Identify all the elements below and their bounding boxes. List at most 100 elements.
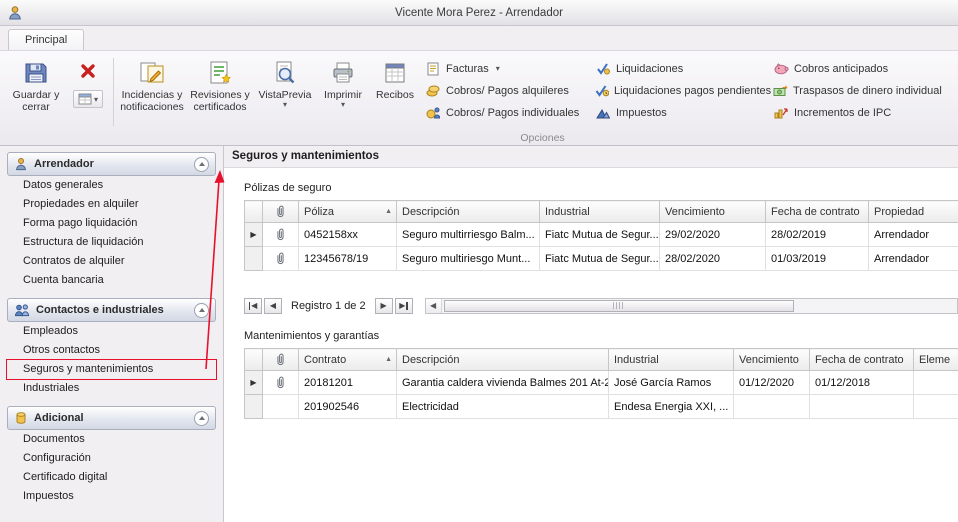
chevron-up-icon[interactable] xyxy=(194,411,209,426)
cell-elemento[interactable] xyxy=(914,371,958,395)
attachment-column-header[interactable] xyxy=(263,201,299,223)
cell-vencimiento[interactable]: 28/02/2020 xyxy=(660,247,766,271)
column-header-fecha-contrato[interactable]: Fecha de contrato xyxy=(766,201,869,223)
scrollbar-track[interactable] xyxy=(442,299,957,313)
sidebar-item-estructura-de-liquidacion[interactable]: Estructura de liquidación xyxy=(7,233,216,252)
window-titlebar: Vicente Mora Perez - Arrendador xyxy=(0,0,958,26)
sidebar-item-forma-pago-liquidacion[interactable]: Forma pago liquidación xyxy=(7,214,216,233)
table-row[interactable]: 201902546 Electricidad Endesa Energia XX… xyxy=(245,395,958,419)
sidebar-group-contactos[interactable]: Contactos e industriales xyxy=(7,298,216,322)
recibos-button[interactable]: Recibos xyxy=(371,54,419,130)
cell-contrato[interactable]: 201902546 xyxy=(299,395,397,419)
column-header-vencimiento[interactable]: Vencimiento xyxy=(734,349,810,371)
cell-fecha[interactable]: 01/03/2019 xyxy=(766,247,869,271)
sidebar-item-impuestos[interactable]: Impuestos xyxy=(7,487,216,506)
liquidaciones-icon xyxy=(595,62,611,75)
delete-button[interactable] xyxy=(74,58,102,84)
cobros-pagos-individuales-label: Cobros/ Pagos individuales xyxy=(446,107,579,119)
sidebar-item-propiedades-en-alquiler[interactable]: Propiedades en alquiler xyxy=(7,195,216,214)
first-record-button[interactable]: ◀ xyxy=(244,298,262,314)
sidebar-group-arrendador[interactable]: Arrendador xyxy=(7,152,216,176)
attachment-cell[interactable] xyxy=(263,395,299,419)
chevron-up-icon[interactable] xyxy=(194,157,209,172)
scroll-left-button[interactable]: ◀ xyxy=(426,299,442,313)
cell-industrial[interactable]: Fiatc Mutua de Segur... xyxy=(540,247,660,271)
sidebar-item-documentos[interactable]: Documentos xyxy=(7,430,216,449)
save-close-button[interactable]: Guardar y cerrar xyxy=(4,54,68,130)
paperclip-icon xyxy=(275,252,286,265)
sidebar-item-certificado-digital[interactable]: Certificado digital xyxy=(7,468,216,487)
cell-vencimiento[interactable]: 29/02/2020 xyxy=(660,223,766,247)
cell-propiedad[interactable]: Arrendador xyxy=(869,223,958,247)
liquidaciones-pendientes-button[interactable]: Liquidaciones pagos pendientes xyxy=(595,82,761,99)
prev-record-button[interactable]: ◀ xyxy=(264,298,282,314)
facturas-button[interactable]: Facturas ▾ xyxy=(425,60,583,77)
cell-descripcion[interactable]: Seguro multirriesgo Balm... xyxy=(397,223,540,247)
sidebar-group-adicional[interactable]: Adicional xyxy=(7,406,216,430)
chevron-up-icon[interactable] xyxy=(194,303,209,318)
scroll-left-icon: ◀ xyxy=(430,301,436,310)
sidebar-item-contratos-de-alquiler[interactable]: Contratos de alquiler xyxy=(7,252,216,271)
revisiones-button[interactable]: Revisiones y certificados xyxy=(185,54,255,130)
impuestos-button[interactable]: Impuestos xyxy=(595,104,761,121)
cell-fecha[interactable]: 01/12/2018 xyxy=(810,371,914,395)
table-row[interactable]: ▶ 0452158xx Seguro multirriesgo Balm... … xyxy=(245,223,958,247)
grid-dropdown-button[interactable]: ▾ xyxy=(73,90,103,108)
column-header-elemento[interactable]: Eleme xyxy=(914,349,958,371)
sidebar-item-otros-contactos[interactable]: Otros contactos xyxy=(7,341,216,360)
column-header-industrial[interactable]: Industrial xyxy=(609,349,734,371)
cell-descripcion[interactable]: Garantia caldera vivienda Balmes 201 At-… xyxy=(397,371,609,395)
column-header-descripcion[interactable]: Descripción xyxy=(397,349,609,371)
incidencias-button[interactable]: Incidencias y notificaciones xyxy=(119,54,185,130)
tab-principal[interactable]: Principal xyxy=(8,29,84,50)
cell-poliza[interactable]: 0452158xx xyxy=(299,223,397,247)
sort-asc-icon: ▲ xyxy=(385,356,392,363)
cell-descripcion[interactable]: Electricidad xyxy=(397,395,609,419)
last-record-button[interactable]: ▶ xyxy=(395,298,413,314)
sidebar-item-empleados[interactable]: Empleados xyxy=(7,322,216,341)
column-header-industrial[interactable]: Industrial xyxy=(540,201,660,223)
revisiones-icon xyxy=(207,57,233,89)
liquidaciones-button[interactable]: Liquidaciones xyxy=(595,60,761,77)
sidebar-item-cuenta-bancaria[interactable]: Cuenta bancaria xyxy=(7,271,216,290)
attachment-cell[interactable] xyxy=(263,223,299,247)
sidebar-item-industriales[interactable]: Industriales xyxy=(7,379,216,398)
cell-industrial[interactable]: Fiatc Mutua de Segur... xyxy=(540,223,660,247)
cobros-pagos-individuales-button[interactable]: Cobros/ Pagos individuales xyxy=(425,104,583,121)
attachment-cell[interactable] xyxy=(263,247,299,271)
cell-descripcion[interactable]: Seguro multiriesgo Munt... xyxy=(397,247,540,271)
cell-fecha[interactable]: 28/02/2019 xyxy=(766,223,869,247)
column-header-poliza[interactable]: Póliza▲ xyxy=(299,201,397,223)
sidebar-item-configuracion[interactable]: Configuración xyxy=(7,449,216,468)
record-navigator: ◀ ◀ Registro 1 de 2 ▶ ▶ ◀ xyxy=(244,297,958,314)
cell-industrial[interactable]: José García Ramos xyxy=(609,371,734,395)
attachment-column-header[interactable] xyxy=(263,349,299,371)
cobros-pagos-alquileres-button[interactable]: Cobros/ Pagos alquileres xyxy=(425,82,583,99)
cell-propiedad[interactable]: Arrendador xyxy=(869,247,958,271)
cell-contrato[interactable]: 20181201 xyxy=(299,371,397,395)
cell-elemento[interactable] xyxy=(914,395,958,419)
horizontal-scrollbar[interactable]: ◀ xyxy=(425,298,958,314)
attachment-cell[interactable] xyxy=(263,371,299,395)
table-row[interactable]: ▶ 20181201 Garantia caldera vivienda Bal… xyxy=(245,371,958,395)
column-header-vencimiento[interactable]: Vencimiento xyxy=(660,201,766,223)
table-row[interactable]: 12345678/19 Seguro multiriesgo Munt... F… xyxy=(245,247,958,271)
scrollbar-thumb[interactable] xyxy=(444,300,794,312)
sidebar-item-datos-generales[interactable]: Datos generales xyxy=(7,176,216,195)
cobros-anticipados-button[interactable]: Cobros anticipados xyxy=(773,60,941,77)
column-header-descripcion[interactable]: Descripción xyxy=(397,201,540,223)
cell-vencimiento[interactable] xyxy=(734,395,810,419)
cell-vencimiento[interactable]: 01/12/2020 xyxy=(734,371,810,395)
column-header-fecha-contrato[interactable]: Fecha de contrato xyxy=(810,349,914,371)
cell-poliza[interactable]: 12345678/19 xyxy=(299,247,397,271)
incrementos-ipc-button[interactable]: Incrementos de IPC xyxy=(773,104,941,121)
column-header-propiedad[interactable]: Propiedad xyxy=(869,201,958,223)
column-header-contrato[interactable]: Contrato▲ xyxy=(299,349,397,371)
next-record-button[interactable]: ▶ xyxy=(375,298,393,314)
cell-industrial[interactable]: Endesa Energia XXI, ... xyxy=(609,395,734,419)
cell-fecha[interactable] xyxy=(810,395,914,419)
vistaprevia-button[interactable]: VistaPrevia ▾ xyxy=(255,54,315,130)
sidebar-item-seguros-y-mantenimientos[interactable]: Seguros y mantenimientos xyxy=(7,360,216,379)
imprimir-button[interactable]: Imprimir ▾ xyxy=(315,54,371,130)
traspasos-button[interactable]: Traspasos de dinero individual xyxy=(773,82,941,99)
